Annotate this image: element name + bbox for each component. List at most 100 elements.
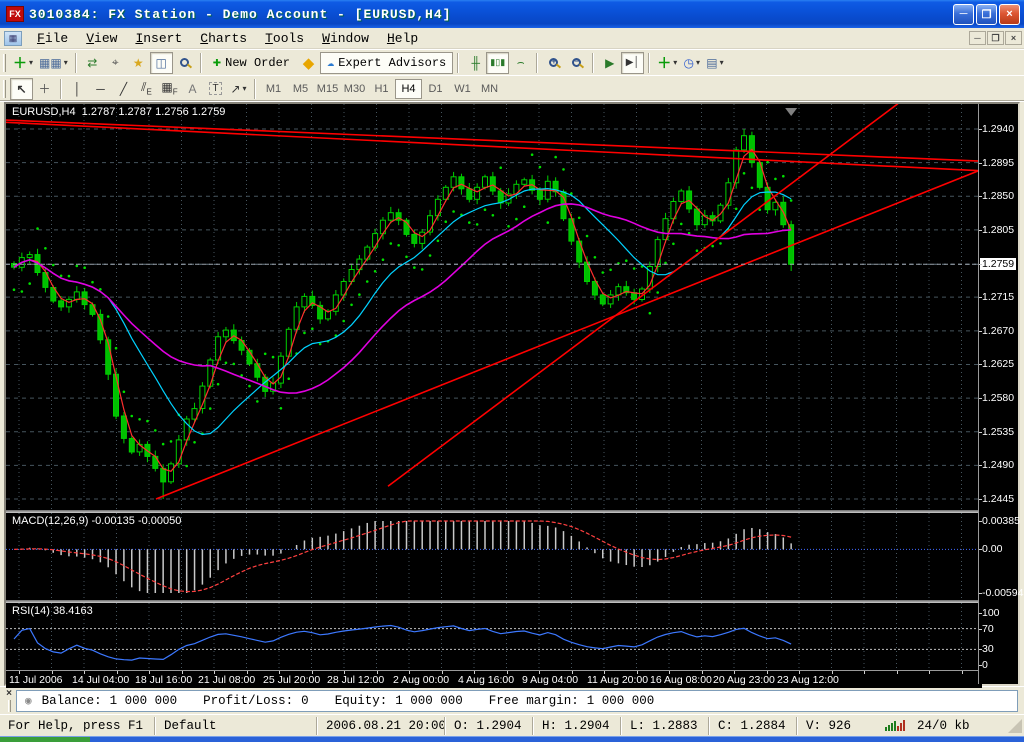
timeframe-mn-button[interactable]: MN bbox=[476, 79, 503, 99]
line-chart-icon: ⌢ bbox=[517, 55, 525, 70]
timeframe-m5-button[interactable]: M5 bbox=[287, 79, 314, 99]
menu-insert[interactable]: Insert bbox=[126, 29, 191, 48]
navigator-panel-icon: ◫ bbox=[156, 56, 167, 70]
minimize-button[interactable]: ─ bbox=[953, 4, 974, 25]
menu-view[interactable]: View bbox=[77, 29, 126, 48]
timeframe-m1-button[interactable]: M1 bbox=[260, 79, 287, 99]
timeframe-h4-button[interactable]: H4 bbox=[395, 79, 422, 99]
status-profile[interactable]: Default bbox=[155, 717, 317, 735]
child-restore-button[interactable]: ❐ bbox=[987, 31, 1004, 45]
new-order-button[interactable]: ✚New Order bbox=[206, 52, 297, 74]
cursor-button[interactable]: ↖ bbox=[10, 78, 33, 100]
scale-tick bbox=[979, 521, 982, 522]
chevron-down-icon: ▾ bbox=[243, 84, 247, 93]
bar-chart-button[interactable]: ╫ bbox=[463, 52, 486, 74]
navigator-button[interactable]: ◫ bbox=[150, 52, 173, 74]
equidistant-channel-button[interactable]: ⫽E bbox=[135, 78, 158, 100]
label-icon: T bbox=[209, 82, 221, 95]
menu-window[interactable]: Window bbox=[313, 29, 378, 48]
horizontal-line-icon: ─ bbox=[96, 82, 105, 96]
profiles-button[interactable]: ▦▦▾ bbox=[36, 52, 71, 74]
chevron-down-icon: ▾ bbox=[673, 58, 677, 67]
standard-toolbar: ＋▾ ▦▦▾ ⇄ ⌖ ★ ◫ ✚New Order ◆ ☁Expert Advi… bbox=[0, 49, 1024, 76]
templates-button[interactable]: ▤▾ bbox=[703, 52, 726, 74]
scale-label: 1.2580 bbox=[982, 392, 1014, 404]
title-bar[interactable]: FX 3010384: FX Station - Demo Account - … bbox=[0, 0, 1024, 28]
scale-tick bbox=[979, 364, 982, 365]
new-chart-button[interactable]: ＋▾ bbox=[10, 52, 36, 74]
app-icon: FX bbox=[6, 6, 24, 22]
scale-label: 0 bbox=[982, 659, 988, 671]
fibonacci-button[interactable]: ▦F bbox=[158, 78, 181, 100]
time-tick bbox=[897, 671, 898, 674]
rsi-pane[interactable]: RSI(14) 38.4163 bbox=[6, 603, 982, 670]
periods-button[interactable]: ◷▾ bbox=[680, 52, 703, 74]
search-icon bbox=[180, 58, 189, 67]
indicators-button[interactable]: ＋▾ bbox=[654, 52, 680, 74]
text-button[interactable]: A bbox=[181, 78, 204, 100]
scale-tick bbox=[979, 297, 982, 298]
menu-tools[interactable]: Tools bbox=[256, 29, 313, 48]
price-axis[interactable]: 1.29401.28951.28501.28051.27591.27151.26… bbox=[978, 104, 1018, 684]
crosshair-button[interactable]: ＋ bbox=[33, 78, 56, 100]
macd-pane[interactable]: MACD(12,26,9) -0.00135 -0.00050 bbox=[6, 513, 982, 600]
timeframe-h1-button[interactable]: H1 bbox=[368, 79, 395, 99]
zoom-out-icon: − bbox=[572, 58, 581, 67]
scale-tick bbox=[979, 593, 982, 594]
time-axis-label: 16 Aug 08:00 bbox=[650, 674, 712, 686]
horizontal-line-button[interactable]: ─ bbox=[89, 78, 112, 100]
close-button[interactable]: × bbox=[999, 4, 1020, 25]
cursor-arrow-icon: ↖ bbox=[16, 82, 26, 96]
strategy-tester-button[interactable] bbox=[173, 52, 196, 74]
line-chart-button[interactable]: ⌢ bbox=[509, 52, 532, 74]
favorites-button[interactable]: ★ bbox=[127, 52, 150, 74]
text-label-button[interactable]: T bbox=[204, 78, 227, 100]
arrows-tool-icon: ↗ bbox=[230, 82, 240, 96]
timeframe-w1-button[interactable]: W1 bbox=[449, 79, 476, 99]
expert-advisors-button[interactable]: ☁Expert Advisors bbox=[320, 52, 453, 74]
child-close-button[interactable]: × bbox=[1005, 31, 1022, 45]
candlestick-icon: ▮▯▮ bbox=[490, 57, 505, 68]
chart-shift-button[interactable]: ▶│ bbox=[621, 52, 644, 74]
terminal-grip[interactable] bbox=[8, 700, 11, 712]
timeframe-m30-button[interactable]: M30 bbox=[341, 79, 368, 99]
status-close: C: 1.2884 bbox=[709, 717, 797, 735]
time-axis-label: 21 Jul 08:00 bbox=[198, 674, 255, 686]
data-window-button[interactable]: ⌖ bbox=[104, 52, 127, 74]
scale-tick bbox=[979, 398, 982, 399]
vertical-line-button[interactable]: │ bbox=[66, 78, 89, 100]
menu-help[interactable]: Help bbox=[378, 29, 427, 48]
alert-button[interactable]: ◆ bbox=[297, 52, 320, 74]
clock-icon: ◷ bbox=[684, 56, 694, 70]
equity-value: 1 000 000 bbox=[395, 694, 463, 708]
status-traffic: 24/0 kb bbox=[917, 719, 970, 733]
menu-bar: ▦ File View Insert Charts Tools Window H… bbox=[0, 28, 1024, 49]
time-axis-label: 28 Jul 12:00 bbox=[327, 674, 384, 686]
candlestick-chart-button[interactable]: ▮▯▮ bbox=[486, 52, 509, 74]
scale-tick bbox=[979, 432, 982, 433]
timeframe-m15-button[interactable]: M15 bbox=[314, 79, 341, 99]
restore-button[interactable]: ❐ bbox=[976, 4, 997, 25]
menu-charts[interactable]: Charts bbox=[191, 29, 256, 48]
symbols-button[interactable]: ⇄ bbox=[81, 52, 104, 74]
child-minimize-button[interactable]: ─ bbox=[969, 31, 986, 45]
resize-grip[interactable] bbox=[1008, 719, 1022, 733]
chart-window[interactable]: EURUSD,H4 1.2787 1.2787 1.2756 1.2759 MA… bbox=[4, 102, 1020, 686]
scale-tick bbox=[979, 465, 982, 466]
trendline-button[interactable]: ╱ bbox=[112, 78, 135, 100]
price-chart-pane[interactable]: EURUSD,H4 1.2787 1.2787 1.2756 1.2759 bbox=[6, 104, 982, 510]
zoom-in-icon: + bbox=[549, 58, 558, 67]
zoom-out-button[interactable]: − bbox=[565, 52, 588, 74]
timeframe-d1-button[interactable]: D1 bbox=[422, 79, 449, 99]
menu-file[interactable]: File bbox=[28, 29, 77, 48]
toolbar-grip[interactable] bbox=[3, 80, 6, 98]
arrows-button[interactable]: ↗▾ bbox=[227, 78, 250, 100]
new-order-plus-icon: ✚ bbox=[213, 58, 221, 68]
toolbar-grip[interactable] bbox=[3, 54, 6, 72]
zoom-in-button[interactable]: + bbox=[542, 52, 565, 74]
auto-scroll-button[interactable]: ▶ bbox=[598, 52, 621, 74]
time-axis[interactable]: 11 Jul 200614 Jul 04:0018 Jul 16:0021 Ju… bbox=[6, 670, 982, 688]
current-price-label: 1.2759 bbox=[980, 258, 1016, 270]
chart-window-icon[interactable]: ▦ bbox=[4, 31, 22, 46]
terminal-close-icon[interactable]: × bbox=[6, 689, 12, 698]
